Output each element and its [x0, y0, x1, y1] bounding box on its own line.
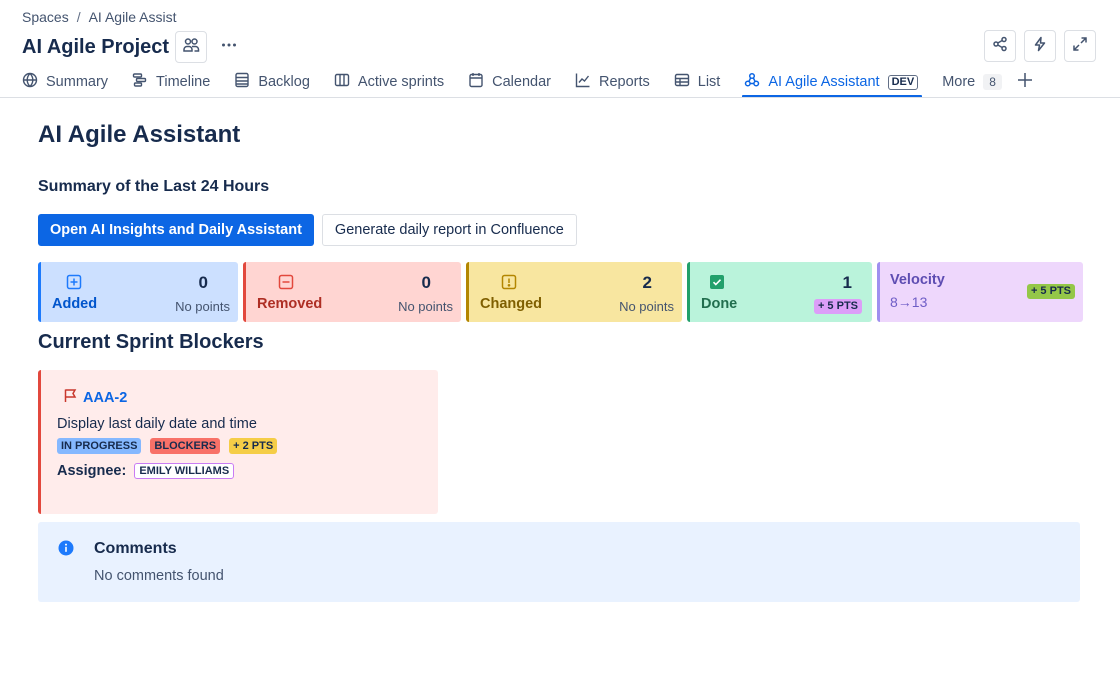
stat-changed: Changed 2 No points	[466, 262, 682, 322]
stat-count: 0	[421, 273, 431, 292]
summary-stats: Added 0 No points Removed 0 No points Ch…	[38, 262, 1083, 322]
fullscreen-button[interactable]	[1064, 30, 1096, 62]
more-actions-button[interactable]	[213, 31, 245, 63]
ellipsis-icon	[220, 36, 238, 59]
tab-reports[interactable]: Reports	[575, 66, 650, 98]
people-icon	[182, 36, 200, 59]
tab-active-sprints[interactable]: Active sprints	[334, 66, 444, 98]
flag-icon	[63, 388, 78, 408]
summary-heading: Summary of the Last 24 Hours	[38, 178, 270, 195]
points-badge: + 5 PTS	[813, 299, 862, 314]
blocker-card: AAA-2 Display last daily date and time I…	[38, 370, 438, 514]
globe-icon	[22, 72, 38, 92]
breadcrumb-spaces[interactable]: Spaces	[22, 9, 69, 25]
stat-points: No points	[175, 299, 230, 314]
tab-ai-agile-assistant[interactable]: AI Agile Assistant DEV	[742, 66, 923, 98]
assignee-label: Assignee:	[57, 463, 127, 479]
stat-count: 2	[642, 273, 652, 292]
lightning-icon	[1032, 36, 1048, 57]
plus-icon	[1016, 71, 1034, 93]
stat-points: No points	[619, 299, 674, 314]
issue-summary: Display last daily date and time	[57, 416, 257, 432]
plus-square-icon	[66, 274, 82, 295]
warning-square-icon	[501, 274, 517, 295]
tab-summary[interactable]: Summary	[22, 66, 108, 98]
issue-lozenges: IN PROGRESS BLOCKERS + 2 PTS	[57, 438, 278, 454]
comments-empty-message: No comments found	[94, 568, 224, 584]
status-lozenge: IN PROGRESS	[57, 438, 142, 454]
app-icon	[744, 72, 760, 92]
breadcrumb-separator: /	[76, 9, 81, 25]
stat-added: Added 0 No points	[38, 262, 238, 322]
tab-timeline[interactable]: Timeline	[132, 66, 210, 98]
stat-label: Added	[52, 296, 98, 312]
table-icon	[674, 72, 690, 92]
stat-velocity: Velocity 8→13 + 5 PTS	[877, 262, 1083, 322]
info-icon	[58, 540, 74, 561]
team-button[interactable]	[175, 31, 208, 63]
assignee-value: EMILY WILLIAMS	[134, 463, 235, 479]
assignee-row: Assignee: EMILY WILLIAMS	[57, 463, 235, 479]
share-button[interactable]	[984, 30, 1016, 62]
project-header: AI Agile Project	[22, 31, 245, 63]
tab-list[interactable]: List	[674, 66, 721, 98]
breadcrumb: Spaces / AI Agile Assist	[22, 9, 177, 25]
points-lozenge: + 2 PTS	[229, 438, 278, 454]
chart-line-icon	[575, 72, 591, 92]
stat-label: Removed	[257, 296, 323, 312]
tabs-divider	[0, 97, 1120, 98]
minus-square-icon	[278, 274, 294, 295]
stat-label: Changed	[480, 296, 543, 312]
tab-more[interactable]: More 8	[942, 66, 1002, 98]
automation-button[interactable]	[1024, 30, 1056, 62]
blockers-heading: Current Sprint Blockers	[38, 331, 264, 353]
timeline-icon	[132, 72, 148, 92]
stat-done: Done 1 + 5 PTS	[687, 262, 872, 322]
action-buttons: Open AI Insights and Daily Assistant Gen…	[38, 214, 577, 246]
open-ai-insights-button[interactable]: Open AI Insights and Daily Assistant	[38, 214, 314, 246]
tab-label: Timeline	[156, 74, 211, 90]
stat-count: 1	[842, 273, 852, 292]
comments-title: Comments	[94, 540, 177, 557]
tab-calendar[interactable]: Calendar	[468, 66, 551, 98]
tab-label: AI Agile Assistant	[768, 74, 880, 90]
points-badge: + 5 PTS	[1026, 284, 1075, 299]
board-icon	[334, 72, 350, 92]
velocity-label: Velocity	[890, 272, 945, 288]
generate-report-button[interactable]: Generate daily report in Confluence	[321, 214, 577, 246]
tab-label: List	[697, 74, 721, 90]
project-tabs: Summary Timeline Backlog Active sprints	[22, 66, 1058, 98]
velocity-value: 8→13	[890, 294, 928, 310]
issue-key-row: AAA-2	[63, 388, 127, 408]
comments-panel: Comments No comments found	[38, 522, 1080, 602]
share-icon	[992, 36, 1008, 57]
tab-label: More	[942, 74, 976, 90]
check-square-icon	[709, 274, 725, 295]
add-tab-button[interactable]	[1016, 66, 1034, 98]
tab-backlog[interactable]: Backlog	[234, 66, 310, 98]
tab-label: Reports	[598, 74, 650, 90]
stat-removed: Removed 0 No points	[243, 262, 461, 322]
issue-key-link[interactable]: AAA-2	[83, 390, 127, 406]
stat-count: 0	[198, 273, 208, 292]
stat-points: No points	[398, 299, 453, 314]
stat-label: Done	[701, 296, 738, 312]
expand-icon	[1072, 36, 1088, 57]
breadcrumb-current[interactable]: AI Agile Assist	[89, 9, 177, 25]
calendar-icon	[468, 72, 484, 92]
label-lozenge: BLOCKERS	[150, 438, 221, 454]
backlog-icon	[234, 72, 250, 92]
dev-badge: DEV	[887, 74, 919, 90]
more-count-badge: 8	[983, 74, 1002, 90]
tab-label: Summary	[46, 74, 109, 90]
tab-label: Backlog	[258, 74, 310, 90]
header-actions	[984, 30, 1096, 62]
page-title: AI Agile Assistant	[38, 121, 241, 148]
tab-label: Active sprints	[357, 74, 445, 90]
tab-label: Calendar	[492, 74, 551, 90]
project-title: AI Agile Project	[22, 35, 170, 58]
